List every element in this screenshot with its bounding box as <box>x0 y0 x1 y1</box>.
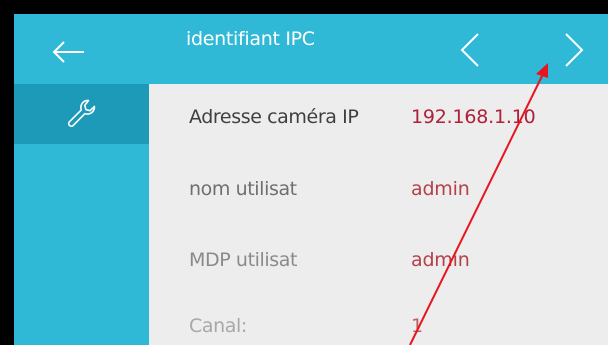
page-title: identifiant IPC <box>186 28 315 50</box>
field-label: Adresse caméra IP <box>189 106 359 128</box>
channel-value[interactable]: 1 <box>411 315 423 337</box>
header-bar: identifiant IPC <box>14 14 608 84</box>
field-row-ip-address[interactable]: Adresse caméra IP 192.168.1.10 <box>149 106 608 136</box>
field-label: Canal: <box>189 315 247 337</box>
ipc-settings-panel: Adresse caméra IP 192.168.1.10 nom utili… <box>149 84 608 345</box>
chevron-right-icon <box>565 33 584 67</box>
back-button[interactable] <box>44 34 94 70</box>
ip-address-value[interactable]: 192.168.1.10 <box>411 106 536 128</box>
previous-button[interactable] <box>454 28 484 72</box>
sidebar <box>14 84 149 345</box>
chevron-left-icon <box>460 33 479 67</box>
field-row-username[interactable]: nom utilisat admin <box>149 178 608 208</box>
field-row-password[interactable]: MDP utilisat admin <box>149 249 608 279</box>
field-row-channel[interactable]: Canal: 1 <box>149 315 608 345</box>
sidebar-item-settings[interactable] <box>14 84 149 144</box>
wrench-icon <box>67 99 95 127</box>
field-label: nom utilisat <box>189 178 297 200</box>
device-screen: identifiant IPC Adresse caméra IP 192.16… <box>14 14 608 345</box>
arrow-left-icon <box>52 41 84 63</box>
field-label: MDP utilisat <box>189 249 298 271</box>
next-button[interactable] <box>560 28 590 72</box>
username-value[interactable]: admin <box>411 178 470 200</box>
password-value[interactable]: admin <box>411 249 470 271</box>
